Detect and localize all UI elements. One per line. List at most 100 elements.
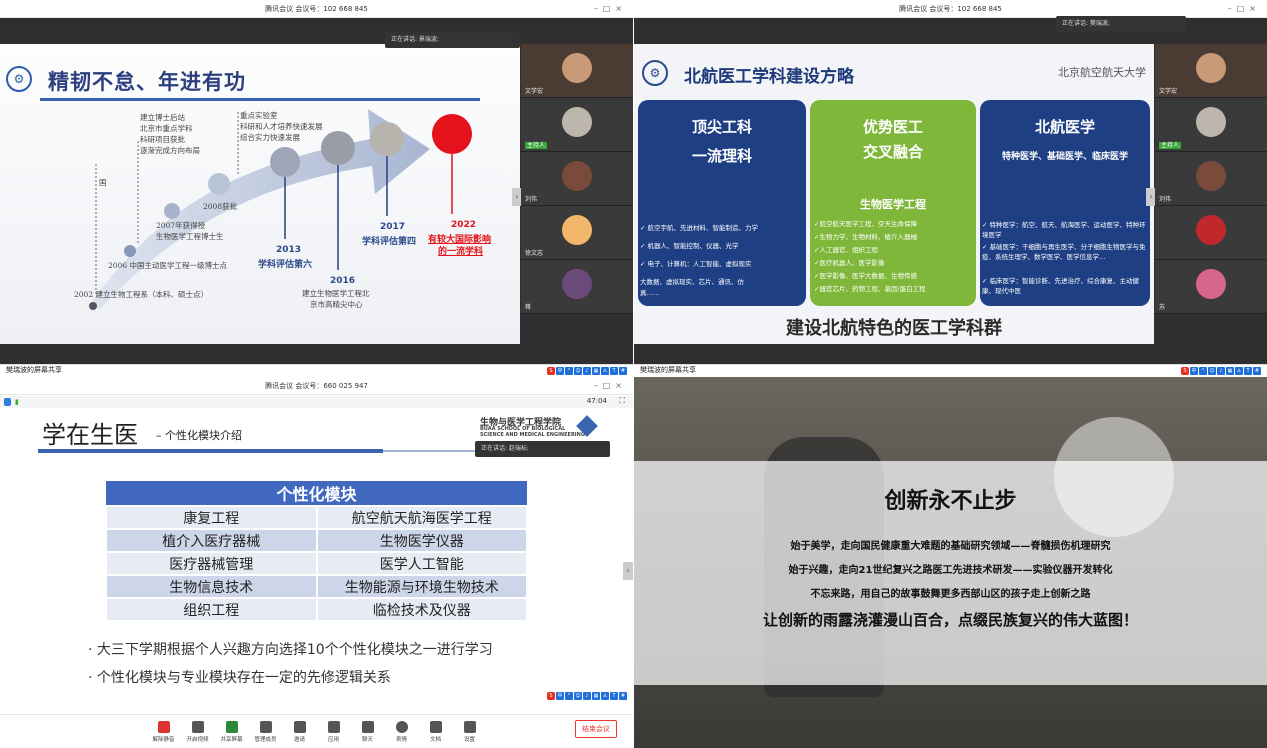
ime-toolbar[interactable]: S 中 ° ☺ ♪ ▦ ♙ T #	[1181, 365, 1261, 376]
ime-icon[interactable]: 中	[1190, 366, 1198, 375]
participant-tile[interactable]: 主持人	[1155, 98, 1267, 152]
block1-line1: 建立博士后站	[140, 113, 185, 122]
keyboard-icon[interactable]: ▦	[592, 366, 600, 375]
quadrant-top-right: 腾讯会议 会议号：102 668 845 –□× ⚙ 北航医工学科建设方略 北京航…	[634, 0, 1267, 376]
year-2016-text2: 京市高精尖中心	[310, 300, 363, 309]
toolbar-label: 管理成员	[254, 736, 277, 743]
participant-tile[interactable]: 蒋	[521, 260, 633, 314]
block2-line1: 重点实验室	[240, 111, 278, 120]
table-row: 医疗器械管理 医学人工智能	[105, 551, 528, 576]
participant-name: 苏	[1159, 304, 1166, 311]
grid-icon[interactable]: #	[1253, 366, 1261, 375]
emoji-button[interactable]: 表情	[387, 720, 417, 743]
left-item: ✓ 电子、计算机：人工智能、虚拟现实	[640, 260, 752, 268]
ime-icon[interactable]: ☺	[574, 691, 582, 700]
ime-toolbar[interactable]: S 中 ° ☺ ♪ ▦ ♙ T #	[547, 365, 627, 376]
video-button[interactable]: 开启视频	[183, 720, 213, 743]
sogou-icon[interactable]: S	[547, 366, 555, 375]
university-logo-icon: ⚙	[642, 60, 668, 86]
ime-icon[interactable]: ☺	[1208, 366, 1216, 375]
avatar	[1196, 161, 1226, 191]
mic-icon[interactable]: ♪	[583, 691, 591, 700]
table-cell: 医学人工智能	[315, 551, 528, 576]
speaking-indicator: 正在讲话: 赵瑞标;	[475, 441, 610, 457]
avatar	[1196, 107, 1226, 137]
participant-list: 文学宏 主持人 刘伟 徐文志 蒋	[521, 44, 633, 344]
year-2016: 2016	[330, 276, 356, 286]
mid-item: ✓航空航天医学工程、空天生命保障	[814, 220, 917, 228]
end-meeting-button[interactable]: 结束会议	[575, 720, 617, 738]
overlay-heading: 创新永不止步	[884, 489, 1017, 514]
shirt-icon[interactable]: T	[1244, 366, 1252, 375]
manage-members-button[interactable]: 管理成员	[251, 720, 281, 743]
mid-item: ✓医学影像、医学大数据、生物传感	[814, 272, 917, 280]
title-underline	[38, 449, 383, 453]
ime-icon[interactable]: °	[565, 366, 573, 375]
right-box-line1: 北航医学	[1034, 118, 1095, 136]
mid-item: ✓器官芯片、药物工程、基因/蛋白工程	[814, 285, 926, 293]
keyboard-icon[interactable]: ▦	[592, 691, 600, 700]
grid-icon[interactable]: #	[619, 691, 627, 700]
quadrant-top-left: 腾讯会议 会议号：102 668 845 –□× ⚙ 精韧不怠、年进有功 2002…	[0, 0, 633, 376]
keyboard-icon[interactable]: ▦	[1226, 366, 1234, 375]
window-controls[interactable]: –□×	[1228, 0, 1261, 18]
speaking-indicator: 正在讲话: 樊瑞波;	[1056, 16, 1186, 32]
participant-tile[interactable]	[1155, 206, 1267, 260]
year-2022-text2: 的一流学科	[438, 247, 484, 257]
window-controls[interactable]: –□×	[594, 0, 627, 18]
ime-icon[interactable]: ♙	[1235, 366, 1243, 375]
ime-icon[interactable]: ♙	[601, 691, 609, 700]
table-cell: 航空航天航海医学工程	[315, 505, 528, 530]
mic-muted-icon	[157, 720, 170, 733]
toolbar-label: 邀请	[293, 736, 305, 743]
fullscreen-icon[interactable]: ⛶	[619, 396, 625, 406]
sogou-icon[interactable]: S	[547, 691, 555, 700]
participant-tile[interactable]: 刘伟	[1155, 152, 1267, 206]
school-name-en2: SCIENCE AND MEDICAL ENGINEERING	[480, 432, 585, 438]
participant-tile[interactable]: 主持人	[521, 98, 633, 152]
ime-icon[interactable]: ☺	[574, 366, 582, 375]
unmute-button[interactable]: 解除静音	[149, 720, 179, 743]
invite-button[interactable]: 邀请	[285, 720, 315, 743]
mid-item: ✓人工器官、组织工程	[814, 246, 878, 254]
chat-button[interactable]: 聊天	[353, 720, 383, 743]
ime-toolbar[interactable]: S 中 ° ☺ ♪ ▦ ♙ T #	[547, 690, 627, 701]
share-status-bar: 樊瑞波的屏幕共享 S 中 ° ☺ ♪ ▦ ♙ T #	[0, 364, 633, 376]
ime-icon[interactable]: °	[565, 691, 573, 700]
docs-button[interactable]: 文档	[421, 720, 451, 743]
meeting-status-row: ▮ 47:04 ⛶	[0, 396, 633, 408]
grid-icon[interactable]: #	[619, 366, 627, 375]
share-screen-button[interactable]: 共享屏幕	[217, 720, 247, 743]
ime-icon[interactable]: 中	[556, 366, 564, 375]
participant-tile[interactable]: 徐文志	[521, 206, 633, 260]
expand-panel-button[interactable]: ‹	[623, 562, 633, 580]
sogou-icon[interactable]: S	[1181, 366, 1189, 375]
toolbar-label: 共享屏幕	[220, 736, 243, 743]
participant-list: 文学宏 主持人 刘伟 苏	[1155, 44, 1267, 344]
ime-icon[interactable]: ♙	[601, 366, 609, 375]
mic-icon[interactable]: ♪	[583, 366, 591, 375]
participant-tile[interactable]: 文学宏	[521, 44, 633, 98]
mic-icon[interactable]: ♪	[1217, 366, 1225, 375]
apps-button[interactable]: 应用	[319, 720, 349, 743]
shield-icon	[4, 398, 11, 406]
year-2013-text: 学科评估第六	[258, 260, 313, 270]
shirt-icon[interactable]: T	[610, 366, 618, 375]
document-icon	[429, 720, 442, 733]
participant-tile[interactable]: 苏	[1155, 260, 1267, 314]
avatar	[562, 161, 592, 191]
window-controls[interactable]: –□×	[594, 377, 627, 395]
shirt-icon[interactable]: T	[610, 691, 618, 700]
host-badge: 主持人	[525, 142, 548, 149]
right-item: ✓ 基础医学：干细胞与再生医学、分子细胞生物医学与免疫、系统生理学、数学医学、医…	[982, 243, 1146, 261]
ime-icon[interactable]: °	[1199, 366, 1207, 375]
title-underline-light	[383, 450, 478, 452]
settings-button[interactable]: 设置	[455, 720, 485, 743]
ime-icon[interactable]: 中	[556, 691, 564, 700]
participant-tile[interactable]: 文学宏	[1155, 44, 1267, 98]
milestone-2008: 2008获批	[203, 202, 238, 211]
mid-item: ✓生物力学、生物材料、植介入器械	[814, 233, 917, 241]
participant-tile[interactable]: 刘伟	[521, 152, 633, 206]
year-2022: 2022	[451, 220, 477, 230]
participant-name: 文学宏	[1159, 88, 1178, 95]
